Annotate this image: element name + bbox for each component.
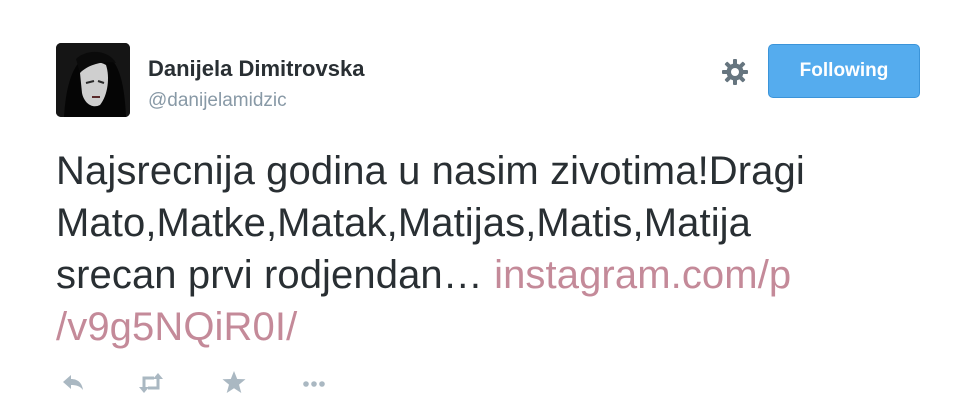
tweet-link-part: instagram.com/p [494,253,792,297]
avatar[interactable] [56,43,130,117]
more-icon[interactable] [299,368,329,398]
following-button[interactable]: Following [768,44,920,98]
tweet-text: Najsrecnija godina u nasim zivotima!Drag… [56,145,916,353]
user-full-name[interactable]: Danijela Dimitrovska [148,56,364,82]
tweet-text-line: srecan prvi rodjendan… [56,253,483,297]
avatar-image [56,43,130,117]
retweet-icon[interactable] [136,368,166,398]
reply-icon[interactable] [58,368,88,398]
user-screen-name[interactable]: @danijelamidzic [148,90,287,112]
favorite-star-icon[interactable] [219,368,249,398]
tweet-card: Danijela Dimitrovska @danijelamidzic Fol… [0,0,980,400]
tweet-text-line: Najsrecnija godina u nasim zivotima!Drag… [56,149,805,193]
gear-icon[interactable] [721,58,749,86]
tweet-link-part: /v9g5NQiR0I/ [56,305,298,349]
tweet-text-line: Mato,Matke,Matak,Matijas,Matis,Matija [56,201,752,245]
